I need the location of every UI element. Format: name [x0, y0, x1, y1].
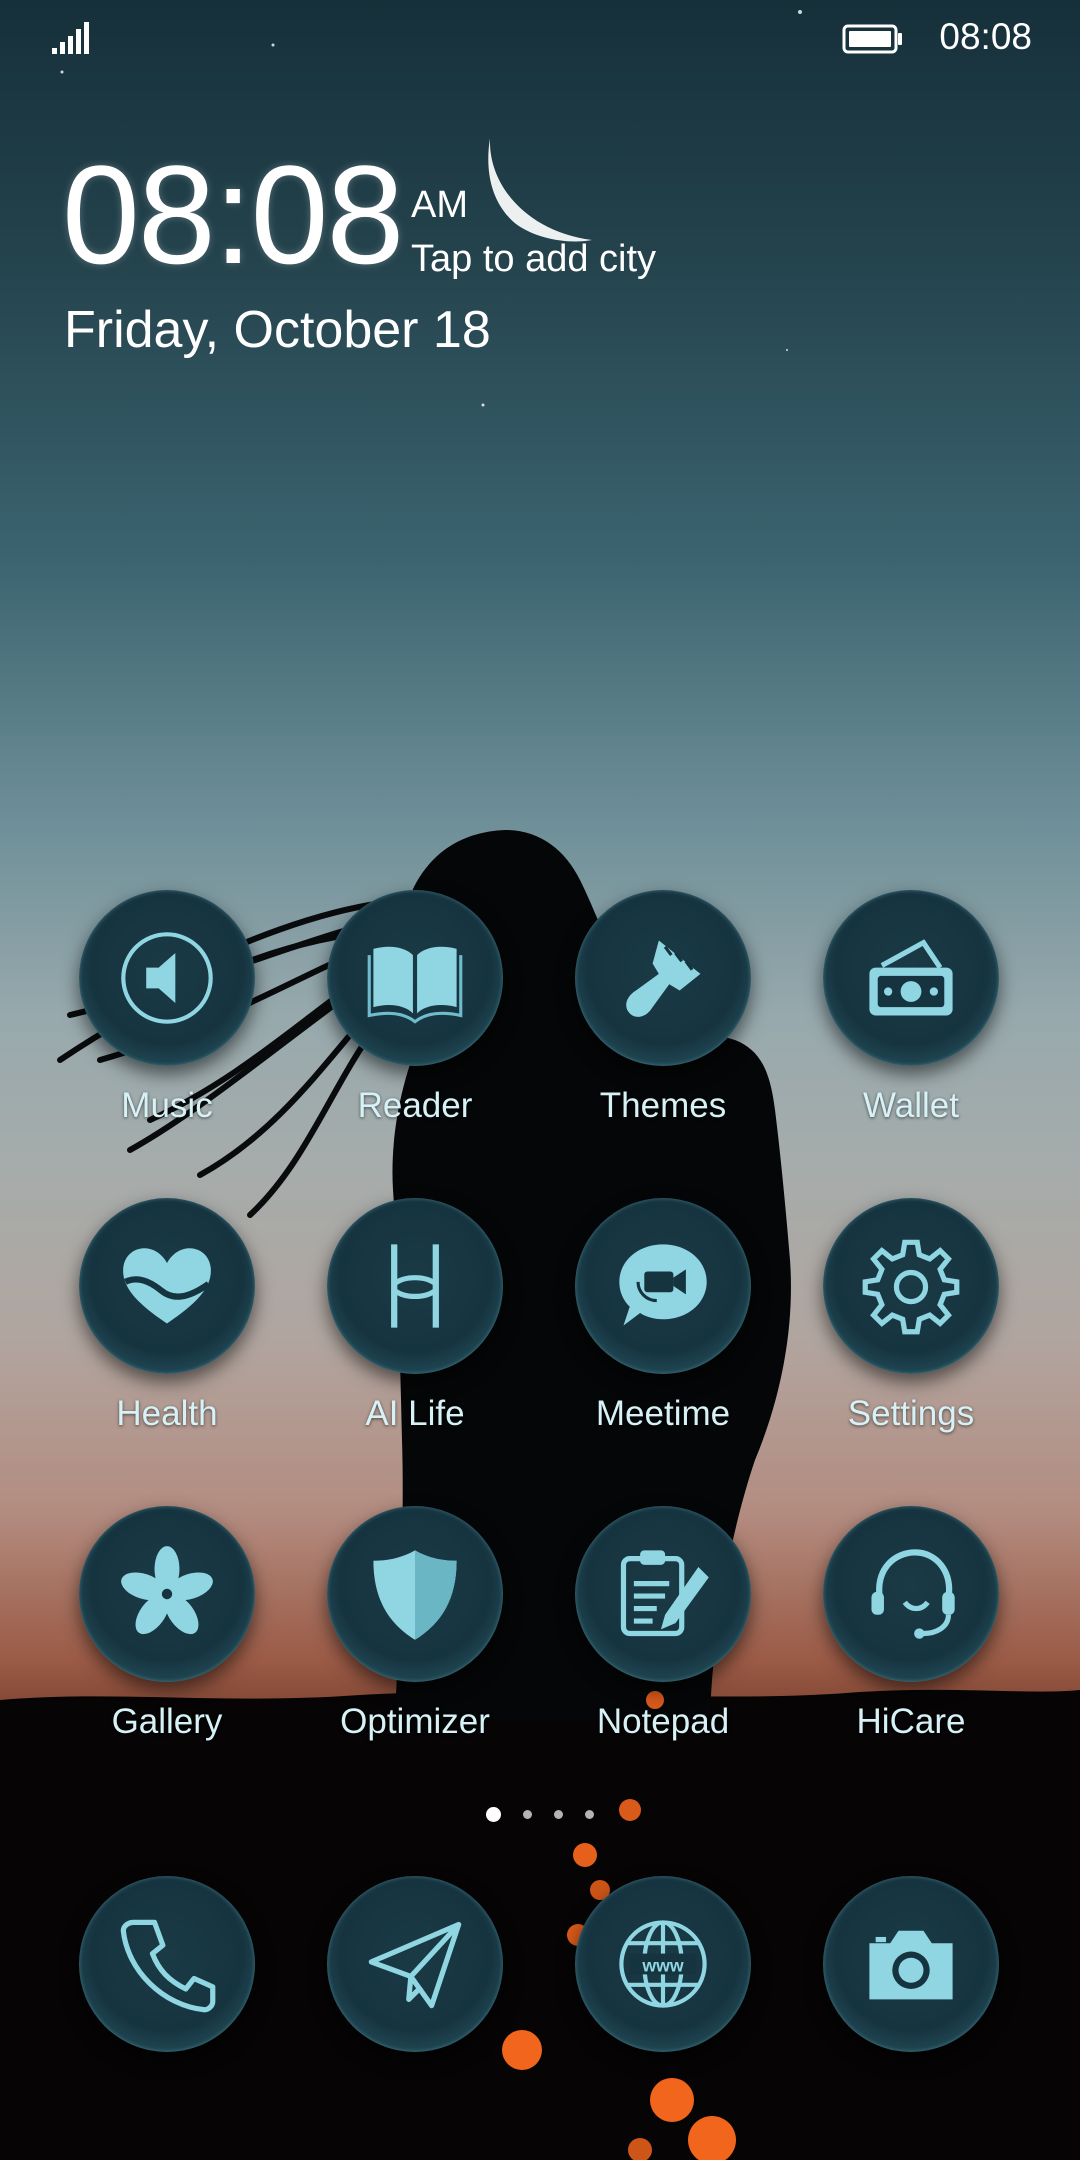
app-label: Settings [847, 1394, 975, 1433]
book-icon [367, 946, 463, 1024]
app-label: Reader [357, 1086, 473, 1125]
page-dot[interactable] [486, 1806, 501, 1822]
app-reader[interactable]: Reader [291, 890, 539, 1126]
clock-date[interactable]: Friday, October 18 [64, 300, 491, 360]
add-city-link[interactable]: Tap to add city [411, 238, 656, 281]
gear-icon [862, 1239, 960, 1335]
camera-icon [869, 1930, 953, 2000]
heart-icon [123, 1248, 211, 1324]
notepad-icon [620, 1550, 709, 1637]
signal-bars-icon [52, 22, 90, 59]
flower-icon [121, 1546, 213, 1635]
dock-browser[interactable]: www [539, 1876, 787, 2052]
dock-phone[interactable] [43, 1876, 291, 2052]
app-settings[interactable]: Settings [787, 1198, 1035, 1434]
battery-icon [842, 24, 904, 59]
wallet-icon [869, 939, 953, 1016]
status-bar: 08:08 [0, 0, 1080, 80]
dock-messages[interactable] [291, 1876, 539, 2052]
app-notepad[interactable]: Notepad [539, 1506, 787, 1742]
app-ai-life[interactable]: AI Life [291, 1198, 539, 1434]
ai-life-icon [391, 1244, 439, 1328]
app-label: HiCare [856, 1702, 966, 1741]
shield-icon [373, 1550, 457, 1640]
app-music[interactable]: Music [43, 890, 291, 1126]
video-chat-icon [619, 1244, 707, 1326]
svg-text:www: www [641, 1955, 683, 1975]
app-label: Gallery [111, 1702, 223, 1741]
page-dot[interactable] [523, 1809, 532, 1819]
app-label: Health [116, 1394, 218, 1433]
paper-plane-icon [368, 1921, 462, 2009]
app-label: Notepad [596, 1702, 730, 1741]
app-hicare[interactable]: HiCare [787, 1506, 1035, 1742]
app-meetime[interactable]: Meetime [539, 1198, 787, 1434]
page-dot[interactable] [585, 1809, 594, 1819]
phone-icon [120, 1919, 216, 2013]
speaker-icon [121, 932, 213, 1024]
app-label: Optimizer [340, 1702, 490, 1741]
globe-icon: www [619, 1920, 707, 2008]
app-gallery[interactable]: Gallery [43, 1506, 291, 1742]
app-optimizer[interactable]: Optimizer [291, 1506, 539, 1742]
clock-time[interactable]: 08:08 [62, 145, 404, 285]
app-themes[interactable]: Themes [539, 890, 787, 1126]
clock-ampm: AM [411, 184, 468, 226]
app-label: AI Life [365, 1394, 465, 1433]
app-label: Wallet [863, 1086, 959, 1125]
page-indicator[interactable] [0, 1804, 1080, 1824]
dock-camera[interactable] [787, 1876, 1035, 2052]
app-label: Themes [599, 1086, 727, 1125]
app-health[interactable]: Health [43, 1198, 291, 1434]
app-label: Music [121, 1086, 213, 1125]
crescent-moon-icon [488, 138, 592, 242]
status-bar-time: 08:08 [939, 16, 1032, 57]
page-dot[interactable] [554, 1809, 563, 1819]
app-label: Meetime [595, 1394, 731, 1433]
paintbrush-icon [626, 940, 701, 1017]
app-wallet[interactable]: Wallet [787, 890, 1035, 1126]
headset-icon [871, 1549, 955, 1639]
